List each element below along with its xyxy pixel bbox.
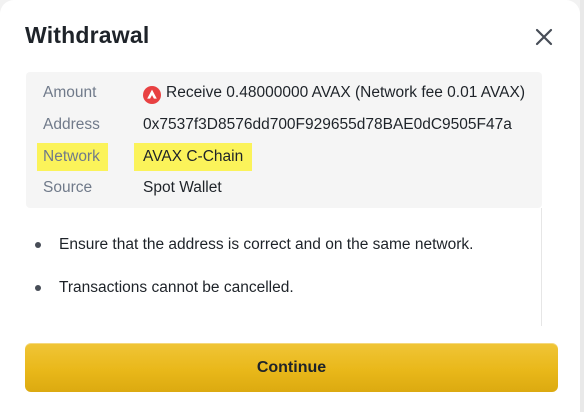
modal-title: Withdrawal [25,22,150,48]
note-text: Ensure that the address is correct and o… [59,236,474,253]
detail-row-network: Network AVAX C-Chain [26,143,542,171]
background-edge [580,0,584,412]
network-value: AVAX C-Chain [143,148,244,165]
bullet-icon [35,285,41,291]
modal-header: Withdrawal [0,0,580,72]
network-label: Network [43,148,100,165]
amount-label: Amount [43,84,97,101]
withdrawal-modal: Withdrawal Amount Receive 0.48000000 AVA… [0,0,580,412]
source-label: Source [43,179,93,196]
amount-value: Receive 0.48000000 AVAX (Network fee 0.0… [166,84,526,101]
note-text: Transactions cannot be cancelled. [59,279,294,296]
bullet-icon [35,242,41,248]
withdrawal-details: Amount Receive 0.48000000 AVAX (Network … [26,72,542,208]
detail-row-address: Address 0x7537f3D8576dd700F929655d78BAE0… [26,111,542,139]
address-label: Address [43,116,100,133]
detail-row-source: Source Spot Wallet [26,174,542,202]
avax-icon [143,86,161,104]
note-item: Ensure that the address is correct and o… [26,234,542,258]
continue-button[interactable]: Continue [25,343,558,392]
address-value: 0x7537f3D8576dd700F929655d78BAE0dC9505F4… [143,116,512,133]
withdrawal-notes: Ensure that the address is correct and o… [26,216,542,326]
close-button[interactable] [528,22,560,52]
close-icon [535,28,553,46]
note-item: Transactions cannot be cancelled. [26,277,542,301]
source-value: Spot Wallet [143,179,222,196]
screen: Withdrawal Amount Receive 0.48000000 AVA… [0,0,584,412]
detail-row-amount: Amount Receive 0.48000000 AVAX (Network … [26,79,542,107]
